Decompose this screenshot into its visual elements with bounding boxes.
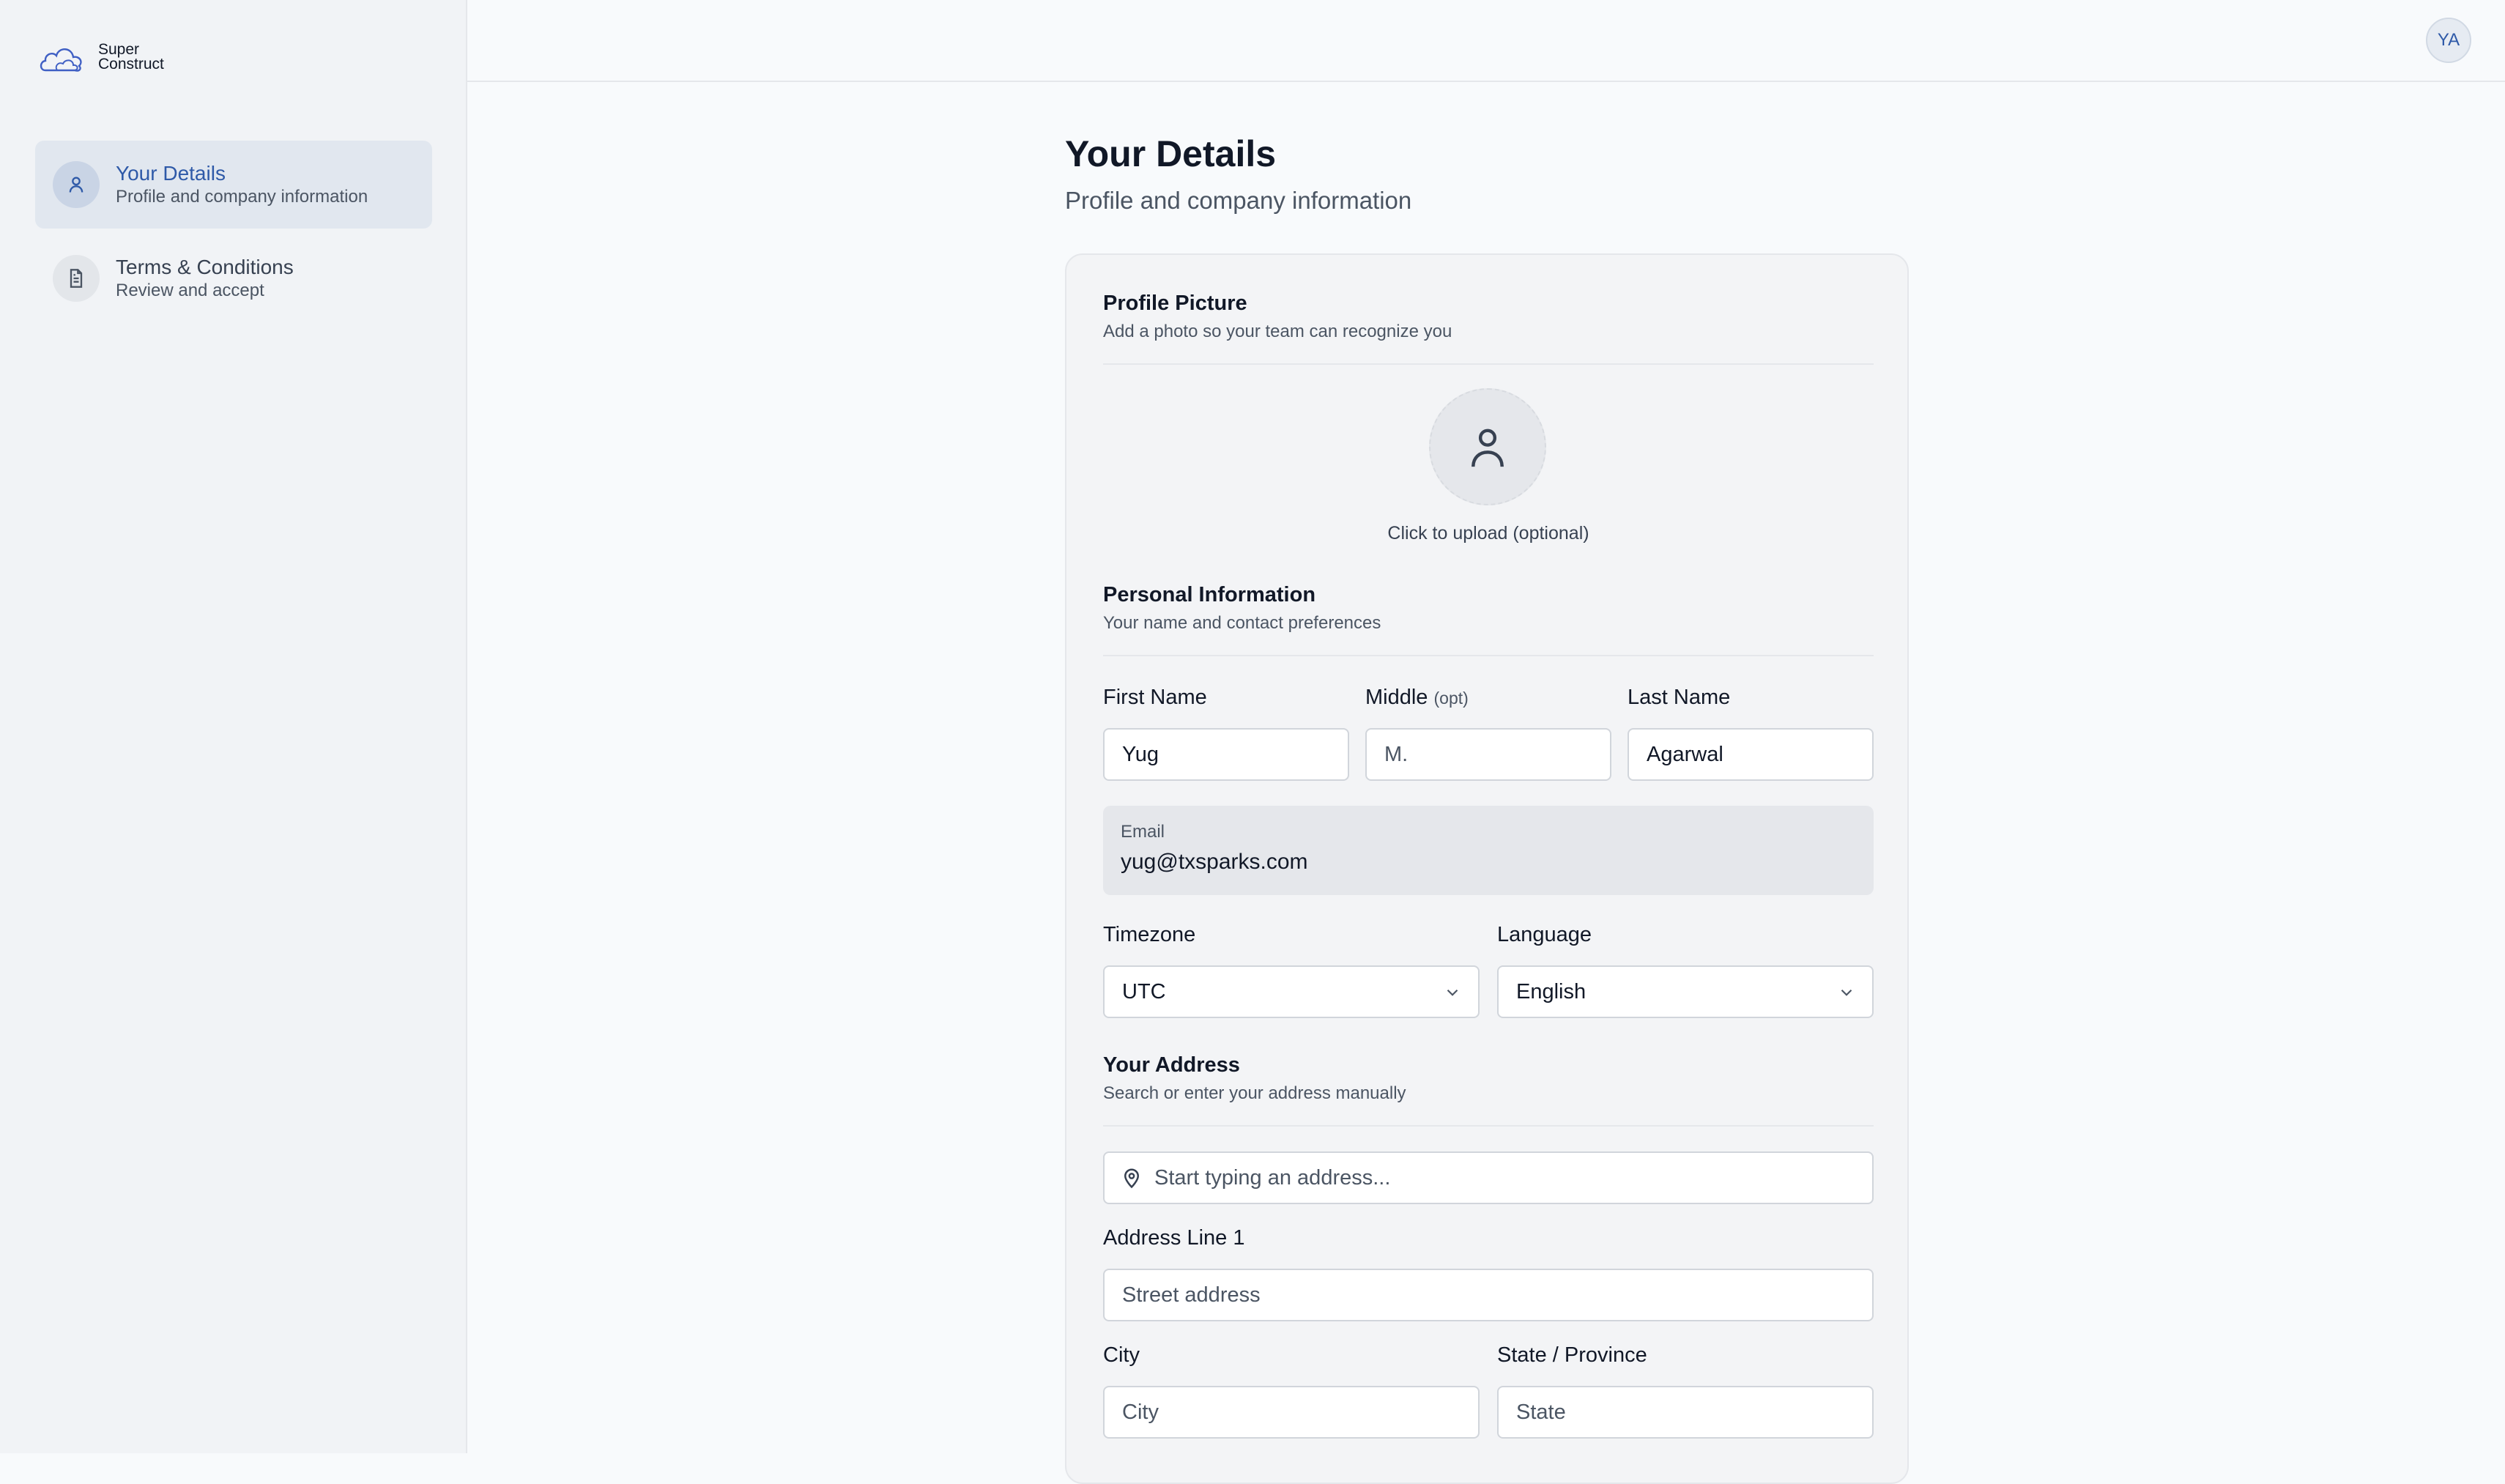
address-search-input[interactable]	[1153, 1165, 1859, 1191]
address-title: Your Address	[1103, 1053, 1240, 1077]
email-field: Email yug@txsparks.com	[1103, 806, 1874, 895]
sidebar-item-your-details[interactable]: Your Details Profile and company informa…	[35, 141, 432, 229]
email-label: Email	[1121, 822, 1165, 842]
logo[interactable]: Super Construct	[38, 40, 164, 75]
state-input[interactable]	[1497, 1386, 1874, 1439]
avatar[interactable]: YA	[2426, 18, 2471, 63]
upload-label: Click to upload (optional)	[1387, 523, 1589, 543]
document-icon	[53, 255, 100, 302]
divider	[1103, 363, 1874, 365]
sidebar-item-subtitle: Profile and company information	[116, 187, 368, 207]
map-pin-icon	[1124, 1168, 1140, 1189]
timezone-value: UTC	[1122, 980, 1166, 1003]
personal-info-title: Personal Information	[1103, 583, 1316, 606]
city-input[interactable]	[1103, 1386, 1480, 1439]
profile-picture-subtitle: Add a photo so your team can recognize y…	[1103, 322, 1452, 341]
divider	[1103, 655, 1874, 656]
chevron-down-icon	[1447, 989, 1458, 996]
middle-name-label: Middle (opt)	[1365, 684, 1469, 711]
profile-picture-title: Profile Picture	[1103, 292, 1247, 315]
first-name-label: First Name	[1103, 686, 1207, 709]
middle-name-label-text: Middle	[1365, 686, 1428, 709]
address-line1-label: Address Line 1	[1103, 1226, 1245, 1250]
chevron-down-icon	[1841, 989, 1852, 996]
sidebar-item-subtitle: Review and accept	[116, 281, 264, 300]
address-line1-input[interactable]	[1103, 1269, 1874, 1321]
timezone-label: Timezone	[1103, 923, 1196, 946]
details-card: Profile Picture Add a photo so your team…	[1065, 253, 1909, 1484]
divider	[1103, 1125, 1874, 1127]
logo-text: Super Construct	[98, 42, 164, 72]
state-label: State / Province	[1497, 1343, 1647, 1367]
profile-upload-button[interactable]	[1429, 388, 1546, 505]
timezone-select[interactable]: UTC	[1103, 965, 1480, 1018]
language-label: Language	[1497, 923, 1592, 946]
language-select[interactable]: English	[1497, 965, 1874, 1018]
address-subtitle: Search or enter your address manually	[1103, 1083, 1406, 1103]
logo-text-line2: Construct	[98, 56, 164, 73]
sidebar-item-title: Terms & Conditions	[116, 256, 294, 278]
personal-info-subtitle: Your name and contact preferences	[1103, 613, 1381, 633]
logo-text-line1: Super	[98, 41, 140, 58]
sidebar: Super Construct Your Details Profile and…	[0, 0, 467, 1453]
language-value: English	[1516, 980, 1586, 1003]
page-subtitle: Profile and company information	[1065, 187, 1412, 214]
email-value: yug@txsparks.com	[1121, 850, 1308, 874]
city-label: City	[1103, 1343, 1140, 1367]
user-icon	[53, 161, 100, 208]
top-bar: YA	[467, 0, 2505, 82]
last-name-input[interactable]	[1628, 728, 1874, 781]
sidebar-item-terms[interactable]: Terms & Conditions Review and accept	[35, 234, 432, 322]
user-placeholder-icon	[1472, 428, 1504, 467]
last-name-label: Last Name	[1628, 686, 1731, 709]
address-search-field[interactable]	[1103, 1151, 1874, 1204]
sidebar-item-title: Your Details	[116, 162, 226, 185]
middle-name-input[interactable]	[1365, 728, 1611, 781]
first-name-input[interactable]	[1103, 728, 1349, 781]
page-title: Your Details	[1065, 133, 1277, 174]
optional-tag: (opt)	[1433, 689, 1469, 708]
cloud-logo-icon	[40, 48, 82, 72]
